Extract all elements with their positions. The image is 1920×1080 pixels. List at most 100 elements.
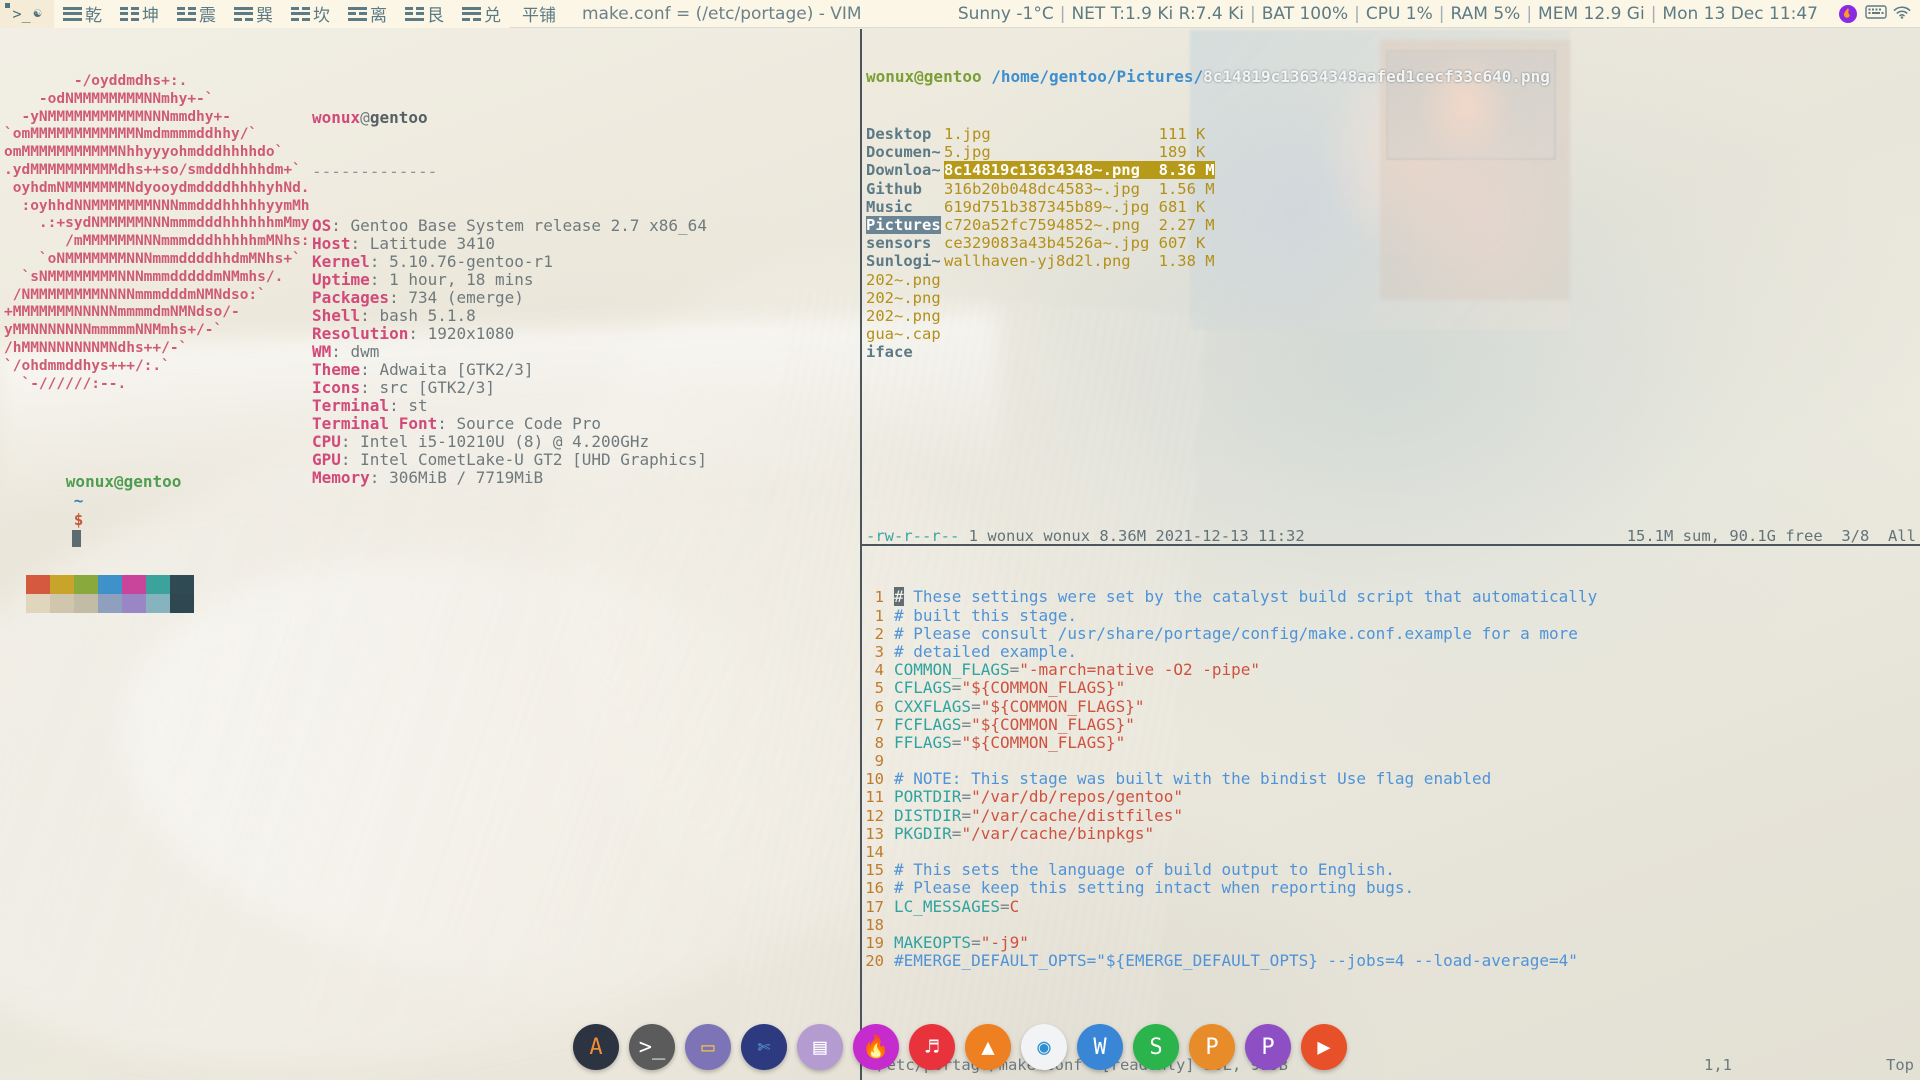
trigram-icon: [291, 6, 310, 21]
workspace-tag-label: 坎: [313, 6, 330, 26]
neofetch-terminal[interactable]: -/oyddmdhs+:. -odNMMMMMMMMNNmhy+-` -yNMM…: [0, 29, 860, 1080]
dock-icon-glyph: 🔥: [862, 1034, 890, 1060]
ranger-file-item[interactable]: 316b20b048dc4583~.jpg 1.56 M: [944, 180, 1274, 198]
neofetch-rows: OS: Gentoo Base System release 2.7 x86_6…: [312, 217, 707, 487]
trigram-icon: [63, 6, 82, 21]
vim-string: "${COMMON_FLAGS}": [971, 714, 1135, 734]
neofetch-row: Theme: Adwaita [GTK2/3]: [312, 361, 707, 379]
vim-line-text: MAKEOPTS="-j9": [894, 932, 1029, 952]
workspace-tag-2[interactable]: 震: [168, 0, 225, 28]
edge-icon[interactable]: ◉: [1021, 1024, 1067, 1070]
neofetch-key: Memory: [312, 468, 370, 487]
ranger-file-item[interactable]: 619d751b387345b89~.jpg 681 K: [944, 198, 1274, 216]
vim-line: 1 # These settings were set by the cataly…: [862, 587, 1920, 607]
vim-string: "${COMMON_FLAGS}": [961, 678, 1126, 698]
workspace-tag-7[interactable]: 兑: [453, 0, 510, 28]
desktop-screen: >_ ☯ 乾 坤 震 巽 坎 离 艮 兑 平铺 make.conf = (/etc/porta…: [0, 0, 1920, 1080]
vim-line: 2 # Please consult /usr/share/portage/con…: [862, 624, 1920, 643]
neofetch-key: GPU: [312, 450, 341, 469]
wifi-icon[interactable]: [1892, 4, 1912, 24]
workspace-tag-5[interactable]: 离: [339, 0, 396, 28]
ranger-dir-item[interactable]: iface: [866, 343, 944, 361]
ranger-file-item[interactable]: 5.jpg 189 K: [944, 143, 1274, 161]
workspace-tag-3[interactable]: 巽: [225, 0, 282, 28]
layout-indicator[interactable]: 平铺: [510, 1, 568, 26]
ranger-file-entry: wallhaven-yj8d2l.png 1.38 M: [944, 252, 1215, 270]
ranger-dir-item[interactable]: Github: [866, 180, 944, 198]
dock-icon-glyph: A: [589, 1034, 603, 1060]
vscode-icon[interactable]: ✄: [741, 1024, 787, 1070]
logo-dot: [5, 2, 10, 8]
neofetch-colon: :: [389, 396, 409, 415]
ranger-file-item[interactable]: ce329083a43b4526a~.jpg 607 K: [944, 234, 1274, 252]
ranger-dir-item[interactable]: Desktop: [866, 125, 944, 143]
wps-presentation-icon[interactable]: P: [1189, 1024, 1235, 1070]
ranger-dir-item[interactable]: 202~.png: [866, 307, 944, 325]
ranger-dir-item[interactable]: Music: [866, 198, 944, 216]
ranger-file-item[interactable]: 1.jpg 111 K: [944, 125, 1274, 143]
vim-editor[interactable]: 1 # These settings were set by the cataly…: [862, 546, 1920, 1080]
workspace-tag-6[interactable]: 艮: [396, 0, 453, 28]
neofetch-row: Packages: 734 (emerge): [312, 289, 707, 307]
neofetch-value: src [GTK2/3]: [379, 378, 496, 397]
ranger-dir-item[interactable]: sensors: [866, 234, 944, 252]
ranger-dir-item[interactable]: Pictures: [866, 215, 944, 234]
vlc-icon[interactable]: ▲: [965, 1024, 1011, 1070]
terminal-icon[interactable]: >_: [629, 1024, 675, 1070]
workspace-tag-0[interactable]: 乾: [54, 0, 111, 28]
neofetch-key: Terminal Font: [312, 414, 438, 433]
ranger-file-manager[interactable]: wonux@gentoo /home/gentoo/Pictures/8c148…: [862, 29, 1920, 544]
trigram-icon: [120, 6, 139, 21]
neofetch-value: dwm: [350, 342, 380, 361]
ranger-file-name: 1.jpg: [944, 125, 991, 144]
wps-writer-icon[interactable]: W: [1077, 1024, 1123, 1070]
vim-line: 19 MAKEOPTS="-j9": [862, 932, 1920, 952]
firefox-icon[interactable]: 🔥: [853, 1024, 899, 1070]
ranger-file-column[interactable]: 1.jpg 111 K 5.jpg 189 K 8c14819c13634348~.…: [944, 125, 1274, 361]
dock-icon-glyph: ▲: [981, 1034, 995, 1060]
workspace-tag-4[interactable]: 坎: [282, 0, 339, 28]
ranger-dir-item[interactable]: 202~.png: [866, 289, 944, 307]
application-dock[interactable]: A >_ ▭ ✄ ▤ 🔥 ♬ ▲ ◉ W S P P ▶: [0, 1018, 1920, 1076]
dwm-logo-icon[interactable]: >_ ☯: [0, 0, 54, 28]
ranger-dir-item[interactable]: 202~.png: [866, 271, 944, 289]
wps-spreadsheet-icon[interactable]: S: [1133, 1024, 1179, 1070]
flame-icon[interactable]: [1838, 4, 1858, 24]
ranger-file-item[interactable]: wallhaven-yj8d2l.png 1.38 M: [944, 252, 1274, 270]
neofetch-key: CPU: [312, 432, 341, 451]
yinyang-icon: ☯: [33, 6, 42, 21]
wps-pdf-icon[interactable]: P: [1245, 1024, 1291, 1070]
file-manager-icon[interactable]: ▭: [685, 1024, 731, 1070]
color-swatch: [170, 594, 194, 613]
vim-buffer[interactable]: 1 # These settings were set by the cataly…: [862, 582, 1920, 970]
ranger-dir-label: Pictures: [866, 215, 941, 234]
netease-music-icon[interactable]: ♬: [909, 1024, 955, 1070]
dock-icon-glyph: ▤: [813, 1034, 827, 1060]
ranger-dir-item[interactable]: Downloa~: [866, 161, 944, 179]
system-status: Sunny -1°C | NET T:1.9 Ki R:7.4 Ki | BAT…: [952, 4, 1830, 24]
document-icon[interactable]: ▤: [797, 1024, 843, 1070]
vim-line-number: 9: [874, 752, 884, 771]
shell-prompt[interactable]: wonux@gentoo ~ $: [8, 453, 181, 567]
astro-vim-icon[interactable]: A: [573, 1024, 619, 1070]
vim-variable: CXXFLAGS: [894, 696, 972, 716]
trigram-icon: [405, 6, 424, 21]
neofetch-value: Intel CometLake-U GT2 [UHD Graphics]: [360, 450, 707, 469]
obs-icon[interactable]: ▶: [1301, 1024, 1347, 1070]
ranger-file-pad: [1131, 252, 1159, 270]
neofetch-row: Terminal Font: Source Code Pro: [312, 415, 707, 433]
neofetch-value: 5.10.76-gentoo-r1: [389, 252, 553, 271]
ranger-dir-item[interactable]: Sunlogi~: [866, 252, 944, 270]
ranger-file-item[interactable]: c720a52fc7594852~.png 2.27 M: [944, 216, 1274, 234]
clock: Mon 13 Dec 11:47: [1662, 3, 1818, 24]
keyboard-icon[interactable]: [1865, 4, 1887, 24]
vim-variable: MAKEOPTS: [894, 932, 972, 952]
workspace-tag-1[interactable]: 坤: [111, 0, 168, 28]
ranger-parent-column[interactable]: Desktop Documen~ Downloa~ Github Music Pictur…: [866, 125, 944, 361]
ranger-dir-item[interactable]: Documen~: [866, 143, 944, 161]
ranger-dir-item[interactable]: gua~.cap: [866, 325, 944, 343]
vim-operator: =: [971, 932, 981, 952]
ranger-file-entry: ce329083a43b4526a~.jpg 607 K: [944, 234, 1205, 252]
ranger-file-item[interactable]: 8c14819c13634348~.png 8.36 M: [944, 161, 1274, 180]
neofetch-info: wonux@gentoo ------------- OS: Gentoo Ba…: [312, 73, 707, 523]
